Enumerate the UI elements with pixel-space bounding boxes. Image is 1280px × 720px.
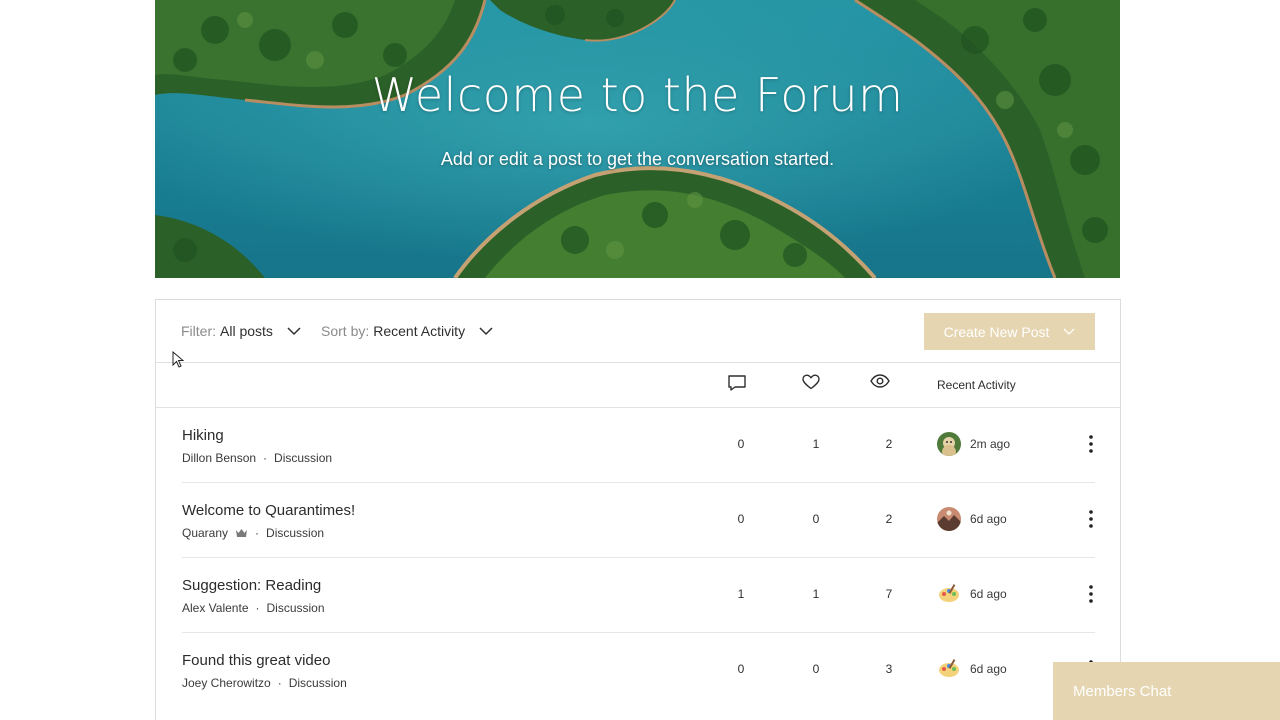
last-activity-time: 6d ago <box>970 587 1007 601</box>
likes-count: 0 <box>812 662 820 676</box>
comments-count: 0 <box>737 437 745 451</box>
post-title[interactable]: Suggestion: Reading <box>182 577 321 594</box>
forum-page: Welcome to the Forum Add or edit a post … <box>0 0 1280 720</box>
views-count: 3 <box>885 662 893 676</box>
create-new-post-button[interactable]: Create New Post <box>924 313 1095 350</box>
views-count: 7 <box>885 587 893 601</box>
views-count: 2 <box>885 512 893 526</box>
dog-avatar[interactable] <box>937 432 961 456</box>
members-chat-button[interactable]: Members Chat <box>1053 662 1280 720</box>
comments-count: 1 <box>737 587 745 601</box>
sort-dropdown[interactable]: Sort by: Recent Activity <box>321 323 493 339</box>
chevron-down-icon <box>287 326 301 336</box>
post-meta: Alex Valente · Discussion <box>182 601 325 615</box>
comment-icon <box>727 374 747 392</box>
create-new-post-label: Create New Post <box>943 323 1050 340</box>
lake-aerial-image <box>155 0 1120 278</box>
posts-table-header: Recent Activity <box>156 362 1120 408</box>
hero-title: Welcome to the Forum <box>371 68 904 122</box>
views-count: 2 <box>885 437 893 451</box>
meta-separator: · <box>255 526 260 540</box>
last-activity-time: 2m ago <box>970 437 1011 451</box>
posts-toolbar: Filter: All posts Sort by: Recent Activi… <box>156 300 1120 363</box>
post-row[interactable]: Suggestion: Reading Alex Valente · Discu… <box>182 558 1095 633</box>
recent-activity-header: Recent Activity <box>937 378 1016 392</box>
palette-avatar[interactable] <box>937 582 961 606</box>
post-row[interactable]: Welcome to Quarantimes! Quarany · Discus… <box>182 483 1095 558</box>
filter-dropdown[interactable]: Filter: All posts <box>181 323 301 339</box>
heart-icon <box>802 374 820 390</box>
filter-value: All posts <box>220 323 273 339</box>
more-options-icon[interactable] <box>1089 510 1093 528</box>
chevron-down-icon <box>479 326 493 336</box>
post-row[interactable]: Found this great video Joey Cherowitzo ·… <box>182 633 1095 707</box>
post-row[interactable]: Hiking Dillon Benson · Discussion 0 1 2 … <box>182 408 1095 483</box>
post-title[interactable]: Found this great video <box>182 652 330 669</box>
post-title[interactable]: Hiking <box>182 427 224 444</box>
post-category[interactable]: Discussion <box>274 451 332 465</box>
post-author[interactable]: Quarany <box>182 526 228 540</box>
post-category[interactable]: Discussion <box>289 676 347 690</box>
mouse-pointer-icon <box>172 350 185 374</box>
members-chat-label: Members Chat <box>1073 682 1172 700</box>
eye-icon <box>870 374 890 388</box>
post-category[interactable]: Discussion <box>266 526 324 540</box>
last-activity-time: 6d ago <box>970 512 1007 526</box>
comments-count: 0 <box>737 662 745 676</box>
hero-subtitle: Add or edit a post to get the conversati… <box>440 149 835 169</box>
forum-hero-banner: Welcome to the Forum Add or edit a post … <box>155 0 1120 278</box>
likes-count: 1 <box>812 587 820 601</box>
post-author[interactable]: Alex Valente <box>182 601 249 615</box>
palette-avatar[interactable] <box>937 657 961 681</box>
more-options-icon[interactable] <box>1089 435 1093 453</box>
meta-separator: · <box>255 601 260 615</box>
post-category[interactable]: Discussion <box>267 601 325 615</box>
forum-posts-panel: Filter: All posts Sort by: Recent Activi… <box>155 299 1121 720</box>
likes-count: 1 <box>812 437 820 451</box>
meta-separator: · <box>277 676 282 690</box>
post-author[interactable]: Joey Cherowitzo <box>182 676 271 690</box>
comments-count: 0 <box>737 512 745 526</box>
last-activity-time: 6d ago <box>970 662 1007 676</box>
more-options-icon[interactable] <box>1089 585 1093 603</box>
likes-count: 0 <box>812 512 820 526</box>
post-meta: Joey Cherowitzo · Discussion <box>182 676 347 690</box>
sort-prefix: Sort by: <box>321 323 370 339</box>
post-meta: Dillon Benson · Discussion <box>182 451 332 465</box>
post-meta: Quarany · Discussion <box>182 526 324 540</box>
sort-value: Recent Activity <box>373 323 466 339</box>
post-title[interactable]: Welcome to Quarantimes! <box>182 502 355 519</box>
filter-prefix: Filter: <box>181 323 216 339</box>
crown-icon <box>235 528 248 538</box>
chevron-down-icon[interactable] <box>1063 328 1075 336</box>
landscape-avatar[interactable] <box>937 507 961 531</box>
post-author[interactable]: Dillon Benson <box>182 451 256 465</box>
meta-separator: · <box>263 451 268 465</box>
